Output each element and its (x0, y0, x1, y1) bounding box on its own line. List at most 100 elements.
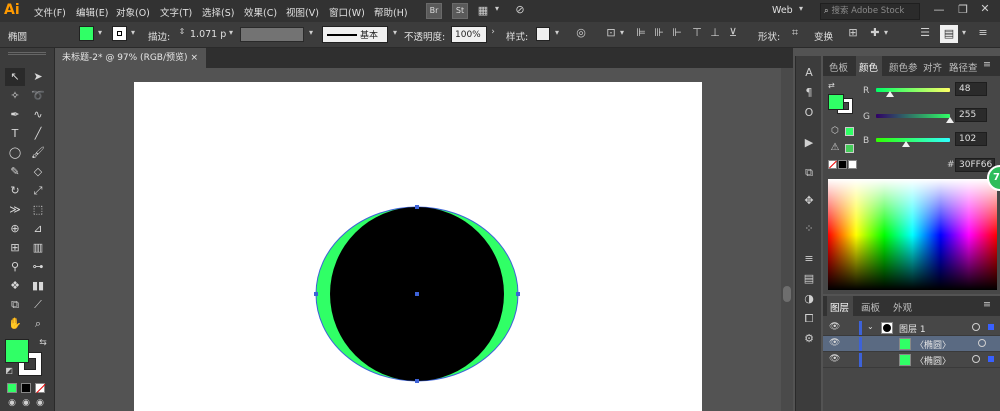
direct-selection-tool-icon[interactable]: ➤ (28, 68, 48, 86)
channel-r-input[interactable]: 48 (955, 82, 987, 96)
visibility-eye-icon[interactable]: 👁 (829, 322, 840, 332)
panel-options-icon[interactable]: ≡ (983, 59, 991, 70)
magic-wand-tool-icon[interactable]: ✧ (5, 87, 25, 105)
opacity-input[interactable]: 100% (451, 26, 487, 43)
brush-chevron-icon[interactable]: ▾ (390, 28, 400, 37)
channel-g-input[interactable]: 255 (955, 108, 987, 122)
center-point[interactable] (415, 292, 419, 296)
layer-row[interactable]: 👁 〈椭圆〉 (823, 336, 1000, 352)
in-gamut-swatch[interactable] (845, 144, 854, 153)
isolate-icon[interactable]: ⊞ (846, 26, 860, 39)
panel-menu-icon[interactable]: ☰ (918, 26, 932, 39)
eyedropper-tool-icon[interactable]: ⚲ (5, 258, 25, 276)
tab-swatches[interactable]: 色板 (829, 60, 848, 74)
tab-align[interactable]: 对齐 (923, 60, 942, 74)
visibility-eye-icon[interactable]: 👁 (829, 354, 840, 364)
artboard-tool-icon[interactable]: ⧉ (5, 296, 25, 314)
line-tool-icon[interactable]: ╱ (28, 125, 48, 143)
menu-type[interactable]: 文字(T) (160, 5, 192, 19)
bridge-button[interactable]: Br (426, 3, 442, 19)
swap-fill-stroke-icon[interactable]: ⇄ (828, 81, 838, 91)
transform-chevron-icon[interactable]: ▾ (882, 28, 890, 37)
lasso-tool-icon[interactable]: ➰ (28, 87, 48, 105)
toolbox-grip[interactable] (8, 52, 46, 55)
scrollbar-thumb[interactable] (783, 286, 791, 302)
ellipse-tool-icon[interactable]: ◯ (5, 144, 25, 162)
scale-tool-icon[interactable]: ⤢ (28, 182, 48, 200)
align-center-icon[interactable]: ⊪ (652, 26, 666, 39)
menu-select[interactable]: 选择(S) (202, 5, 234, 19)
chevron-down-icon[interactable]: ▾ (492, 4, 502, 13)
slice-tool-icon[interactable]: ⟋ (28, 296, 48, 314)
align-right-icon[interactable]: ⊩ (670, 26, 684, 39)
navigator-panel-icon[interactable]: ✥ (799, 192, 819, 210)
sublayer-name[interactable]: 〈椭圆〉 (915, 338, 951, 351)
stroke-weight-chevron-icon[interactable]: ▾ (226, 28, 236, 37)
white-color-swatch[interactable] (848, 160, 857, 169)
shape-builder-tool-icon[interactable]: ⊕ (5, 220, 25, 238)
draw-inside-icon[interactable]: ◉ (34, 398, 46, 408)
tab-appearance[interactable]: 外观 (893, 300, 912, 314)
eraser-tool-icon[interactable]: ◇ (28, 163, 48, 181)
vertical-scrollbar[interactable] (781, 68, 793, 411)
transparency-panel-icon[interactable]: ◑ (799, 290, 819, 308)
align-left-icon[interactable]: ⊫ (634, 26, 648, 39)
arrange-panels-icon[interactable]: ▤ (940, 25, 958, 43)
none-color-swatch[interactable] (828, 160, 837, 169)
curvature-tool-icon[interactable]: ∿ (28, 106, 48, 124)
anchor-bottom[interactable] (415, 379, 419, 383)
transform-label[interactable]: 变换 (814, 29, 833, 43)
draw-normal-icon[interactable]: ◉ (6, 398, 18, 408)
color-mode-button[interactable] (7, 383, 17, 393)
stock-button[interactable]: St (452, 3, 468, 19)
black-color-swatch[interactable] (838, 160, 847, 169)
shaper-tool-icon[interactable]: ✎ (5, 163, 25, 181)
stroke-chevron-icon[interactable]: ▾ (128, 28, 138, 37)
close-icon[interactable]: ✕ (978, 2, 992, 15)
character-panel-icon[interactable]: A (799, 64, 819, 82)
tab-pathfinder[interactable]: 路径查 (949, 60, 978, 74)
blend-tool-icon[interactable]: ⊶ (28, 258, 48, 276)
channel-b-thumb[interactable] (901, 141, 910, 147)
align-to-icon[interactable]: ⊡ (604, 26, 618, 39)
actions-panel-icon[interactable]: ▶ (799, 134, 819, 152)
stroke-panel-icon[interactable]: ≡ (799, 250, 819, 268)
symbol-sprayer-tool-icon[interactable]: ❖ (5, 277, 25, 295)
menu-edit[interactable]: 编辑(E) (76, 5, 108, 19)
stock-search-input[interactable]: ⌕ 搜索 Adobe Stock (820, 3, 920, 20)
align-to-chevron-icon[interactable]: ▾ (618, 28, 626, 37)
minimize-icon[interactable]: — (932, 3, 946, 16)
layers-options-icon[interactable]: ≡ (983, 299, 991, 310)
layer-name[interactable]: 图层 1 (899, 322, 926, 335)
type-tool-icon[interactable]: T (5, 125, 25, 143)
pen-tool-icon[interactable]: ✒ (5, 106, 25, 124)
channel-g-slider[interactable] (876, 114, 950, 118)
close-tab-icon[interactable]: × (190, 48, 198, 68)
restore-icon[interactable]: ❐ (956, 3, 970, 16)
graphic-style-swatch[interactable] (536, 27, 550, 41)
free-transform-tool-icon[interactable]: ⬚ (28, 201, 48, 219)
sublayer-name[interactable]: 〈椭圆〉 (915, 354, 951, 367)
zoom-tool-icon[interactable]: ⌕ (28, 315, 48, 333)
appearance-panel-icon[interactable]: ⧠ (799, 310, 819, 328)
arrange-documents-icon[interactable]: ▦ (476, 4, 490, 17)
menu-file[interactable]: 文件(F) (34, 5, 66, 19)
opentype-panel-icon[interactable]: O (799, 104, 819, 122)
fill-color-box[interactable] (5, 339, 29, 363)
style-chevron-icon[interactable]: ▾ (552, 28, 562, 37)
selection-indicator[interactable] (988, 356, 994, 362)
stroke-color-swatch[interactable] (112, 26, 127, 41)
none-mode-button[interactable] (35, 383, 46, 394)
recolor-artwork-icon[interactable]: ◎ (574, 26, 588, 39)
gradient-tool-icon[interactable]: ▥ (28, 239, 48, 257)
align-bottom-icon[interactable]: ⊻ (726, 26, 740, 39)
target-circle-icon[interactable] (972, 323, 980, 331)
gradient-panel-icon[interactable]: ▤ (799, 270, 819, 288)
tab-color[interactable]: 颜色 (859, 60, 878, 74)
workspace-switcher[interactable]: Web (772, 5, 793, 16)
document-tab[interactable]: 未标题-2* @ 97% (RGB/预览) × (56, 48, 206, 68)
shape-properties-icon[interactable]: ⌗ (788, 26, 802, 40)
tab-artboards[interactable]: 画板 (861, 300, 880, 314)
gradient-mode-button[interactable] (21, 383, 31, 393)
tab-color-guide[interactable]: 颜色参 (889, 60, 918, 74)
